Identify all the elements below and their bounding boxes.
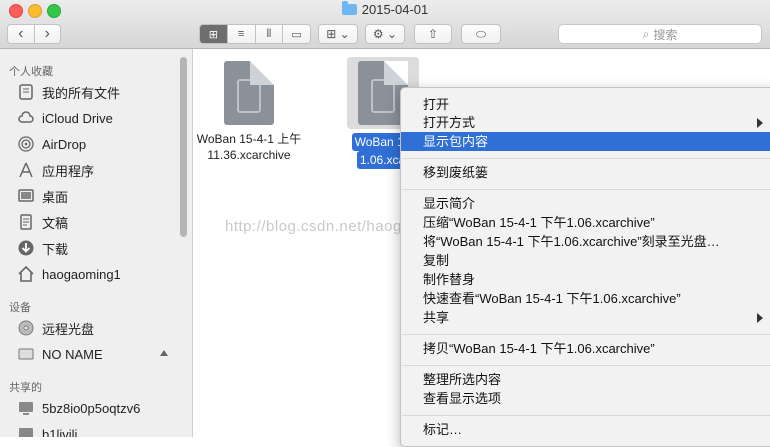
window-title: 2015-04-01 [0, 1, 770, 17]
forward-button[interactable]: › [34, 25, 60, 43]
folder-icon [341, 1, 357, 15]
favorites-header: 个人收藏 [9, 66, 53, 78]
sidebar-item-remote-disc[interactable]: 远程光盘 [18, 318, 94, 338]
devices-header: 设备 [9, 302, 31, 314]
sidebar-item-all-files[interactable]: 我的所有文件 [18, 82, 120, 102]
sidebar: 个人收藏 我的所有文件 iCloud Drive AirDrop 应用程序 桌面… [0, 49, 193, 437]
applications-icon [18, 162, 34, 178]
menu-item-duplicate[interactable]: 复制 [401, 251, 770, 270]
menu-item-move-to-trash[interactable]: 移到废纸篓 [401, 163, 770, 182]
view-mode-selector: ⊞ ≡ ⫴ ▭ [199, 24, 311, 44]
file-item[interactable]: WoBan 15-4-1 上午 11.36.xcarchive [189, 61, 309, 163]
menu-item-make-alias[interactable]: 制作替身 [401, 270, 770, 289]
share-button[interactable]: ⇧ [414, 24, 452, 44]
all-files-icon [18, 84, 34, 100]
arrange-button[interactable]: ⊞ ⌄ [318, 24, 358, 44]
menu-item-share[interactable]: 共享 [401, 308, 770, 327]
sidebar-item-desktop[interactable]: 桌面 [18, 186, 68, 206]
menu-item-open[interactable]: 打开 [401, 95, 770, 114]
sidebar-item-no-name[interactable]: NO NAME [18, 344, 103, 364]
search-field[interactable]: ⌕ 搜索 [558, 24, 762, 44]
nav-buttons: ‹ › [7, 24, 61, 44]
back-button[interactable]: ‹ [8, 25, 35, 43]
shared-header: 共享的 [9, 382, 42, 394]
sidebar-item-documents[interactable]: 文稿 [18, 212, 68, 232]
sidebar-item-icloud-drive[interactable]: iCloud Drive [18, 108, 113, 128]
sidebar-scrollbar[interactable] [180, 57, 187, 237]
view-coverflow-button[interactable]: ▭ [283, 25, 310, 43]
documents-icon [18, 214, 34, 230]
menu-item-get-info[interactable]: 显示简介 [401, 194, 770, 213]
computer-icon [18, 400, 34, 416]
sidebar-item-applications[interactable]: 应用程序 [18, 160, 94, 180]
downloads-icon [18, 240, 34, 256]
menu-item-burn-to-disc[interactable]: 将“WoBan 15-4-1 下午1.06.xcarchive”刻录至光盘… [401, 232, 770, 251]
menu-separator [402, 415, 770, 416]
menu-item-copy[interactable]: 拷贝“WoBan 15-4-1 下午1.06.xcarchive” [401, 339, 770, 358]
sidebar-item-airdrop[interactable]: AirDrop [18, 134, 86, 154]
view-list-button[interactable]: ≡ [227, 25, 256, 43]
menu-item-show-view-options[interactable]: 查看显示选项 [401, 389, 770, 408]
menu-item-compress[interactable]: 压缩“WoBan 15-4-1 下午1.06.xcarchive” [401, 213, 770, 232]
menu-separator [402, 158, 770, 159]
menu-separator [402, 334, 770, 335]
menu-item-open-with[interactable]: 打开方式 [401, 113, 770, 132]
home-icon [18, 265, 34, 282]
menu-separator [402, 365, 770, 366]
sidebar-item-shared-2[interactable]: b1livili [18, 424, 77, 437]
menu-item-quick-look[interactable]: 快速查看“WoBan 15-4-1 下午1.06.xcarchive” [401, 289, 770, 308]
eject-icon[interactable] [160, 350, 168, 356]
airdrop-icon [18, 136, 34, 152]
tag-button[interactable]: ⬭ [461, 24, 501, 44]
menu-item-tags[interactable]: 标记… [401, 420, 770, 439]
sidebar-item-shared-1[interactable]: 5bz8io0p5oqtzv6 [18, 398, 140, 418]
file-name-line1: WoBan 15-4-1 上午 [196, 132, 302, 146]
cloud-icon [18, 110, 34, 126]
view-column-button[interactable]: ⫴ [255, 25, 284, 43]
desktop-icon [18, 188, 34, 204]
sidebar-item-home[interactable]: haogaoming1 [18, 264, 121, 284]
menu-item-show-package-contents[interactable]: 显示包内容 [401, 132, 770, 151]
computer-icon [18, 426, 34, 437]
submenu-arrow-icon [757, 118, 763, 128]
menu-item-clean-up-selection[interactable]: 整理所选内容 [401, 370, 770, 389]
file-name-line2: 11.36.xcarchive [207, 148, 291, 162]
submenu-arrow-icon [757, 313, 763, 323]
sidebar-item-downloads[interactable]: 下载 [18, 238, 68, 258]
title-bar: 2015-04-01 ‹ › ⊞ ≡ ⫴ ▭ ⊞ ⌄ ⚙ ⌄ ⇧ ⬭ ⌕ 搜索 [0, 0, 770, 49]
action-button[interactable]: ⚙ ⌄ [365, 24, 405, 44]
disc-icon [18, 320, 34, 336]
context-menu: 打开 打开方式 显示包内容 移到废纸篓 显示简介 压缩“WoBan 15-4-1… [400, 87, 770, 447]
drive-icon [18, 346, 34, 362]
search-icon: ⌕ [642, 26, 650, 41]
xcarchive-icon [224, 61, 274, 125]
menu-separator [402, 189, 770, 190]
view-icon-button[interactable]: ⊞ [200, 25, 228, 43]
